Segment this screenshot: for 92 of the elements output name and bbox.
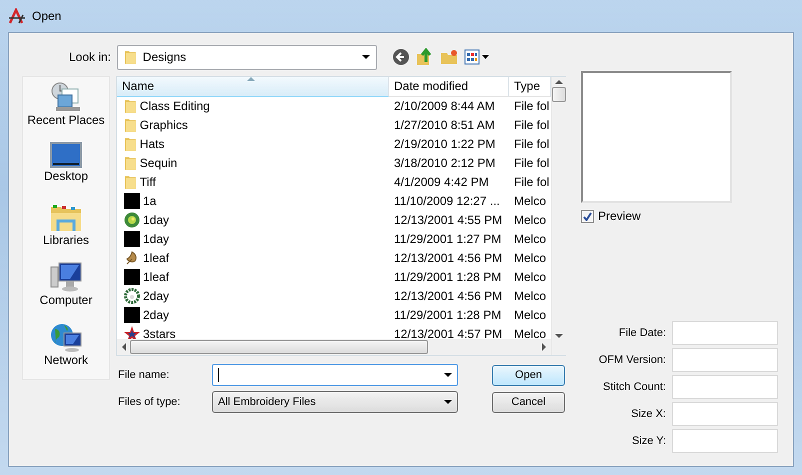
dropdown-arrow-icon <box>362 55 370 59</box>
folder-icon <box>124 98 137 114</box>
column-header[interactable]: Name <box>117 77 389 97</box>
file-type-label: Files of type: <box>117 396 182 408</box>
type-cell-text: Melco <box>513 213 548 228</box>
desktop-icon <box>50 141 82 169</box>
preview-label: Preview <box>598 209 641 223</box>
places-item[interactable]: Network <box>44 321 88 377</box>
scroll-right-icon[interactable] <box>542 343 548 352</box>
type-cell-text: File fol <box>513 175 550 190</box>
file-name-cell[interactable]: Tiff <box>117 172 389 192</box>
file-name-cell[interactable]: Hats <box>117 134 389 154</box>
sort-arrow-icon <box>247 77 255 81</box>
type-cell-text: File fol <box>513 156 550 170</box>
cancel-button[interactable]: Cancel <box>492 392 565 412</box>
file-name-cell[interactable]: 1day <box>117 230 389 249</box>
type-cell-text: File fol <box>513 118 550 132</box>
places-item[interactable]: Desktop <box>44 141 88 197</box>
type-cell-text: Melco <box>513 308 548 322</box>
design-thumbnail-icon <box>124 307 140 324</box>
open-button[interactable]: Open <box>492 364 565 386</box>
date-cell-text: 3/18/2010 2:12 PM <box>393 156 496 170</box>
column-header[interactable]: Date modified <box>389 77 509 97</box>
date-cell-text: 4/1/2009 4:42 PM <box>393 175 490 190</box>
network-icon <box>50 321 82 353</box>
column-header[interactable]: Type <box>509 77 551 97</box>
date-cell-text: 12/13/2001 4:56 PM <box>393 251 504 266</box>
file-name-cell[interactable]: Sequin <box>117 154 389 173</box>
file-name-cell[interactable]: Graphics <box>117 116 389 135</box>
info-label: File Date: <box>618 327 666 339</box>
window-title: Open <box>32 9 62 23</box>
type-cell-text: File fol <box>513 99 550 114</box>
folder-icon <box>124 117 137 134</box>
scroll-left-icon[interactable] <box>120 343 126 352</box>
file-name-cell[interactable]: 2day <box>117 306 389 325</box>
info-label: Size Y: <box>632 435 666 447</box>
folder-icon <box>124 174 137 190</box>
look-in-dropdown[interactable]: Designs <box>117 44 377 70</box>
places-item[interactable]: Recent Places <box>27 81 105 137</box>
folder-icon <box>124 136 137 152</box>
date-cell-text: 11/29/2001 1:28 PM <box>393 270 502 284</box>
scroll-thumb[interactable] <box>552 87 566 102</box>
file-name-cell[interactable]: 1leaf <box>117 268 389 287</box>
dropdown-arrow-icon <box>444 400 452 404</box>
type-cell-text: Melco <box>513 289 548 304</box>
info-label: OFM Version: <box>598 354 666 366</box>
file-name-cell[interactable]: 1a <box>117 192 389 211</box>
file-name-cell[interactable]: Class Editing <box>117 96 389 116</box>
file-name-cell[interactable]: 2day <box>117 286 389 306</box>
places-item[interactable]: Libraries <box>42 201 90 257</box>
type-cell-text: Melco <box>513 232 548 246</box>
recent-places-icon <box>50 81 82 113</box>
date-cell-text: 11/29/2001 1:27 PM <box>393 232 502 246</box>
app-logo-icon <box>8 8 26 24</box>
preview-checkbox[interactable] <box>581 210 594 222</box>
date-cell-text: 12/13/2001 4:55 PM <box>393 213 504 228</box>
vertical-scrollbar[interactable] <box>551 77 566 355</box>
file-name-label: File name: <box>117 369 170 381</box>
look-in-label: Look in: <box>68 50 112 64</box>
type-cell-text: Melco <box>513 270 548 284</box>
stitch-pattern-icon <box>124 212 140 228</box>
folder-icon <box>124 49 137 65</box>
file-name-cell[interactable]: 1leaf <box>117 248 389 268</box>
date-cell-text: 12/13/2001 4:57 PM <box>393 327 504 340</box>
file-name-field[interactable] <box>212 364 458 386</box>
date-cell-text: 2/19/2010 1:22 PM <box>393 137 496 152</box>
file-type-dropdown[interactable]: All Embroidery Files <box>212 391 458 413</box>
type-cell-text: Melco <box>513 251 548 266</box>
design-thumbnail-icon <box>124 193 140 210</box>
file-name-cell[interactable]: 1day <box>117 210 389 230</box>
scroll-up-icon[interactable] <box>555 77 563 87</box>
date-cell-text: 1/27/2010 8:51 AM <box>393 118 496 132</box>
wreath-icon <box>124 288 140 304</box>
design-thumbnail-icon <box>124 231 140 248</box>
design-thumbnail-icon <box>124 269 140 286</box>
scroll-thumb[interactable] <box>130 340 428 354</box>
folder-icon <box>124 155 137 172</box>
type-cell-text: Melco <box>513 194 548 208</box>
info-label: Size X: <box>631 408 666 420</box>
places-item[interactable]: Computer <box>40 261 92 317</box>
computer-icon <box>50 261 82 293</box>
dropdown-arrow-icon <box>444 373 452 377</box>
date-cell-text: 11/29/2001 1:28 PM <box>393 308 502 322</box>
date-cell-text: 2/10/2009 8:44 AM <box>393 99 496 114</box>
type-cell-text: File fol <box>513 137 550 152</box>
horizontal-scrollbar[interactable] <box>117 339 551 355</box>
type-cell-text: Melco <box>513 327 548 340</box>
date-cell-text: 11/10/2009 12:27 ... <box>393 194 501 208</box>
info-label: Stitch Count: <box>603 381 666 393</box>
back-button[interactable] <box>391 46 411 68</box>
date-cell-text: 12/13/2001 4:56 PM <box>393 289 504 304</box>
scroll-down-icon[interactable] <box>555 331 563 341</box>
